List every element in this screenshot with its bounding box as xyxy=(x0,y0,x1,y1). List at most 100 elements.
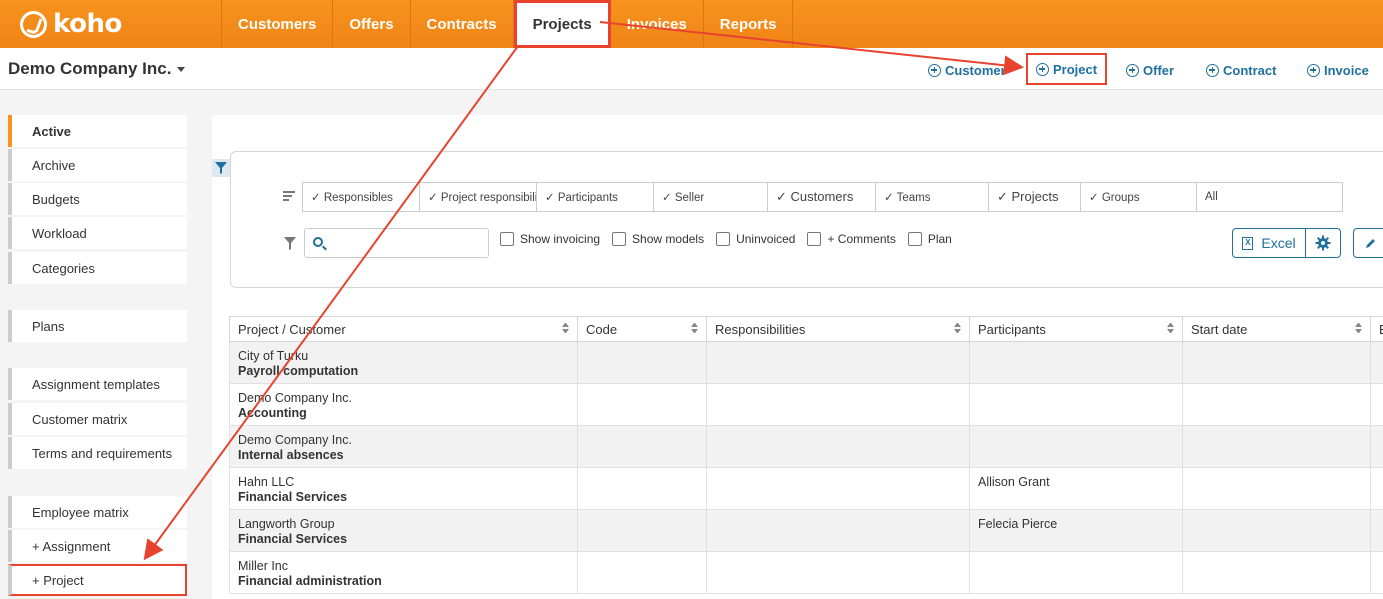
sidebar-item-archive[interactable]: Archive xyxy=(8,149,187,181)
nav-contracts[interactable]: Contracts xyxy=(411,0,514,48)
column-start-date[interactable]: Start date xyxy=(1183,317,1371,341)
checkbox-plan[interactable]: Plan xyxy=(907,232,952,246)
project-name[interactable]: Accounting xyxy=(238,406,577,421)
cell-responsibilities xyxy=(707,552,970,593)
project-name[interactable]: Financial administration xyxy=(238,574,577,589)
chip-teams[interactable]: ✓ Teams xyxy=(875,182,989,212)
project-name[interactable]: Internal absences xyxy=(238,448,577,463)
filter-panel xyxy=(230,151,1383,288)
chip-project-responsibilities[interactable]: ✓ Project responsibilities xyxy=(419,182,537,212)
search-icon xyxy=(313,237,323,247)
table-row[interactable]: Miller Inc Financial administration xyxy=(229,552,1383,594)
excel-label: Excel xyxy=(1261,235,1296,251)
column-label: Project / Customer xyxy=(238,321,346,337)
sort-icon[interactable] xyxy=(691,323,698,333)
chip-seller[interactable]: ✓ Seller xyxy=(653,182,768,212)
checkbox-show-models[interactable]: Show models xyxy=(612,232,704,246)
plus-circle-icon xyxy=(1036,62,1049,76)
column-responsibilities[interactable]: Responsibilities xyxy=(707,317,970,341)
table-row[interactable]: Demo Company Inc. Accounting xyxy=(229,384,1383,426)
checkbox-box[interactable] xyxy=(500,232,514,246)
customer-name[interactable]: Demo Company Inc. xyxy=(238,433,577,448)
cell-responsibilities xyxy=(707,426,970,467)
excel-button[interactable]: X Excel xyxy=(1233,229,1306,257)
checkbox-box[interactable] xyxy=(612,232,627,246)
checkbox-label: Show models xyxy=(632,232,705,246)
add-contract-link[interactable]: Contract xyxy=(1206,60,1276,80)
plus-circle-icon xyxy=(928,63,941,77)
customer-name[interactable]: Demo Company Inc. xyxy=(238,391,577,406)
checkbox-label: Uninvoiced xyxy=(736,232,796,246)
add-offer-link[interactable]: Offer xyxy=(1126,60,1174,80)
chip-all[interactable]: All xyxy=(1196,182,1343,212)
column-project-customer[interactable]: Project / Customer xyxy=(230,317,578,341)
cell-start-date xyxy=(1183,342,1371,383)
sidebar-item-categories[interactable]: Categories xyxy=(8,252,187,284)
chip-responsibles[interactable]: ✓ Responsibles xyxy=(302,182,420,212)
koho-logo[interactable]: koho xyxy=(20,9,122,39)
nav-projects[interactable]: Projects xyxy=(513,0,611,48)
chip-customers[interactable]: ✓ Customers xyxy=(767,182,876,212)
sort-icon[interactable] xyxy=(1355,323,1362,333)
table-row[interactable]: City of Turku Payroll computation xyxy=(229,342,1383,384)
customer-name[interactable]: Miller Inc xyxy=(238,559,577,574)
table-row[interactable]: Hahn LLC Financial Services Allison Grant xyxy=(229,468,1383,510)
column-label: Responsibilities xyxy=(715,321,806,337)
sidebar-item-add-project[interactable]: + Project xyxy=(8,564,187,596)
chip-groups[interactable]: ✓ Groups xyxy=(1080,182,1197,212)
filter-toggle[interactable] xyxy=(212,159,230,177)
add-customer-link[interactable]: Customer xyxy=(928,60,1006,80)
sidebar-item-active[interactable]: Active xyxy=(8,115,187,147)
edit-button[interactable] xyxy=(1353,228,1383,258)
sidebar-item-add-assignment[interactable]: + Assignment xyxy=(8,530,187,562)
checkbox-box[interactable] xyxy=(907,232,922,246)
sidebar-item-plans[interactable]: Plans xyxy=(8,310,187,342)
cell-participants xyxy=(970,384,1183,425)
project-name[interactable]: Financial Services xyxy=(238,490,577,505)
search-input[interactable] xyxy=(304,228,489,258)
settings-button[interactable] xyxy=(1306,229,1340,257)
sort-lines-icon[interactable] xyxy=(283,191,295,203)
chip-projects[interactable]: ✓ Projects xyxy=(988,182,1081,212)
pencil-icon xyxy=(1366,239,1375,248)
sort-icon[interactable] xyxy=(562,323,569,333)
project-name[interactable]: Payroll computation xyxy=(238,364,577,379)
sidebar-item-workload[interactable]: Workload xyxy=(8,217,187,249)
column-participants[interactable]: Participants xyxy=(970,317,1183,341)
chip-participants[interactable]: ✓ Participants xyxy=(536,182,654,212)
sort-icon[interactable] xyxy=(954,323,961,333)
column-code[interactable]: Code xyxy=(578,317,707,341)
add-contract-label: Contract xyxy=(1223,62,1277,78)
checkbox-show-invoicing[interactable]: Show invoicing xyxy=(500,232,600,246)
checkbox-uninvoiced[interactable]: Uninvoiced xyxy=(716,232,795,246)
sidebar-item-assignment-templates[interactable]: Assignment templates xyxy=(8,368,187,400)
column-end[interactable]: E xyxy=(1371,317,1383,341)
table-row[interactable]: Langworth Group Financial Services Felecia… xyxy=(229,510,1383,552)
company-selector[interactable]: Demo Company Inc. xyxy=(8,59,186,79)
sidebar-item-budgets[interactable]: Budgets xyxy=(8,183,187,215)
nav-customers[interactable]: Customers xyxy=(221,0,334,48)
sidebar-item-customer-matrix[interactable]: Customer matrix xyxy=(8,403,187,435)
table-row[interactable]: Demo Company Inc. Internal absences xyxy=(229,426,1383,468)
add-project-link[interactable]: Project xyxy=(1026,53,1108,85)
cell-end xyxy=(1371,426,1383,467)
add-invoice-label: Invoice xyxy=(1324,62,1369,78)
cell-project-customer: Demo Company Inc. Accounting xyxy=(230,384,578,425)
checkbox-box[interactable] xyxy=(807,232,822,246)
customer-name[interactable]: City of Turku xyxy=(238,349,577,364)
checkbox-box[interactable] xyxy=(716,232,731,246)
customer-name[interactable]: Langworth Group xyxy=(238,517,577,532)
sort-icon[interactable] xyxy=(1167,323,1174,333)
nav-reports[interactable]: Reports xyxy=(704,0,794,48)
sidebar-item-terms[interactable]: Terms and requirements xyxy=(8,437,187,469)
add-invoice-link[interactable]: Invoice xyxy=(1307,60,1369,80)
cell-responsibilities xyxy=(707,342,970,383)
checkbox-comments[interactable]: + Comments xyxy=(807,232,896,246)
checkbox-label: Show invoicing xyxy=(520,232,601,246)
sidebar-item-employee-matrix[interactable]: Employee matrix xyxy=(8,496,187,528)
cell-code xyxy=(578,342,707,383)
nav-offers[interactable]: Offers xyxy=(333,0,411,48)
nav-invoices[interactable]: Invoices xyxy=(611,0,704,48)
project-name[interactable]: Financial Services xyxy=(238,532,577,547)
customer-name[interactable]: Hahn LLC xyxy=(238,475,577,490)
